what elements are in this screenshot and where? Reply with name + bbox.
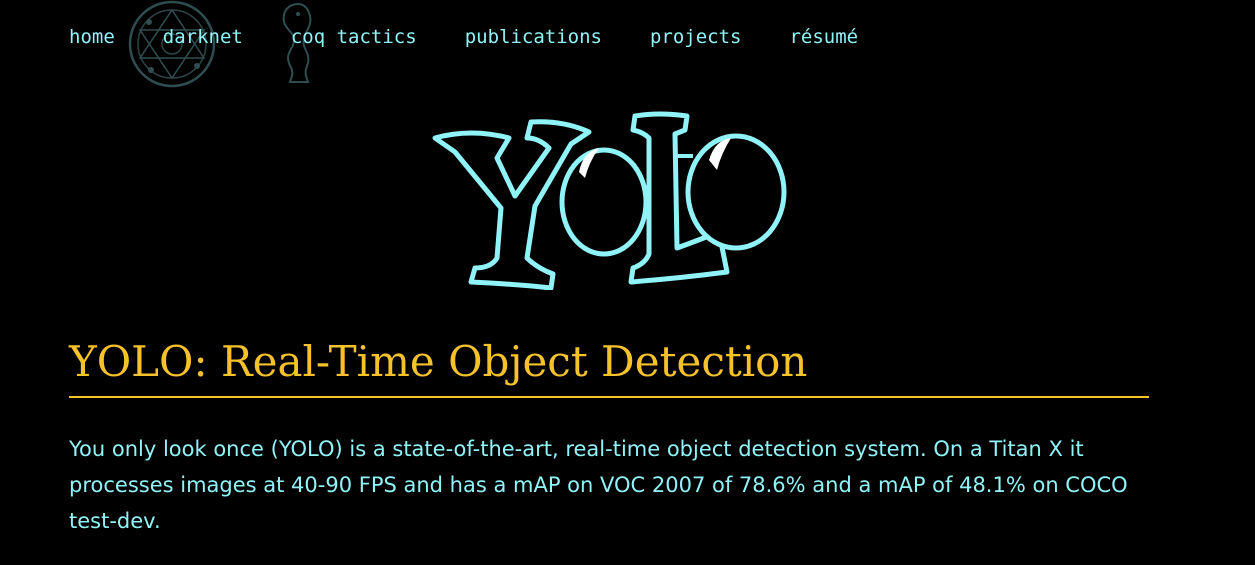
nav-link-coq-tactics[interactable]: coq tactics	[291, 26, 417, 48]
nav-link-resume[interactable]: résumé	[789, 26, 858, 48]
title-divider	[69, 396, 1149, 398]
intro-paragraph: You only look once (YOLO) is a state-of-…	[69, 437, 1128, 533]
yolo-logo	[432, 111, 787, 290]
nav-link-darknet[interactable]: darknet	[163, 26, 243, 48]
page-title: YOLO: Real-Time Object Detection	[69, 337, 808, 386]
nav-link-publications[interactable]: publications	[465, 26, 602, 48]
nav-link-home[interactable]: home	[69, 26, 115, 48]
nav-link-projects[interactable]: projects	[650, 26, 742, 48]
